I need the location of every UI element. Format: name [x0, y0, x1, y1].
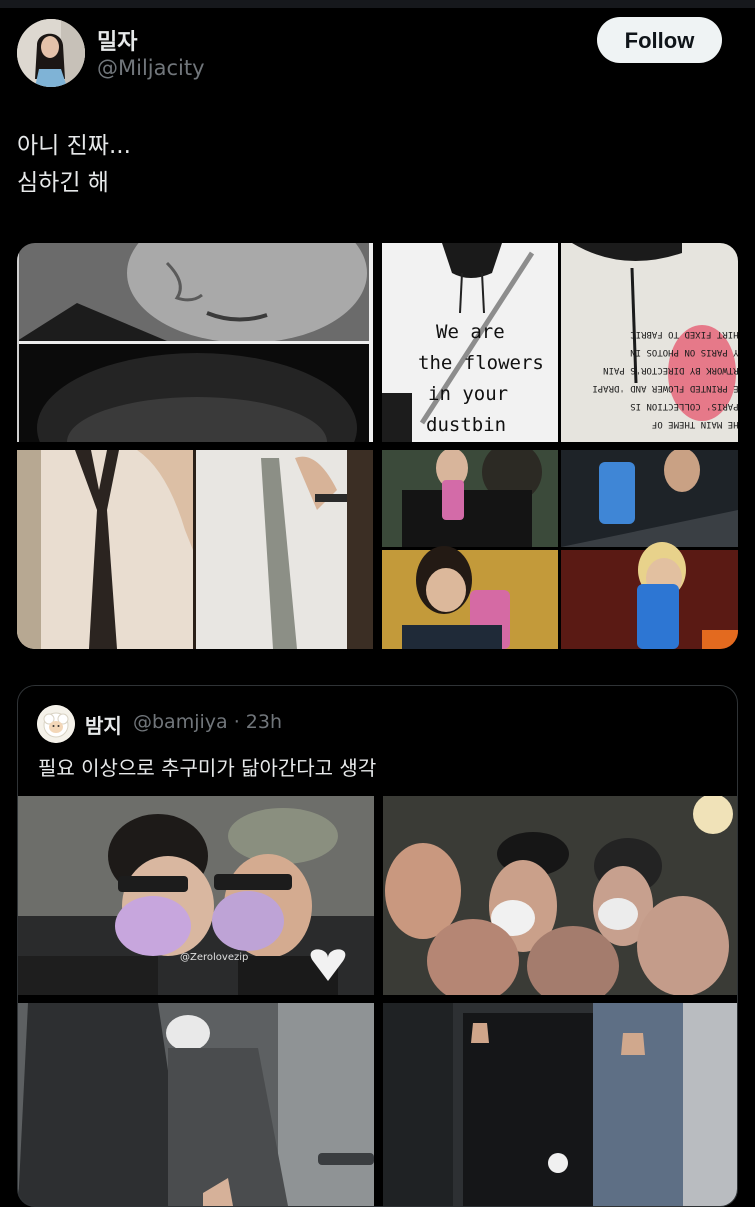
tweet-media-grid: We are the flowers in your dustbin THE M…: [17, 243, 738, 649]
quoted-media-image-3[interactable]: [18, 1003, 374, 1206]
shirt-print-line: the flowers: [418, 352, 544, 374]
sheep-avatar-icon: [37, 705, 75, 743]
mono-collage-image: [17, 243, 373, 442]
media-image-2[interactable]: We are the flowers in your dustbin THE M…: [382, 243, 738, 442]
shirt-print-line: ARTWORK BY DIRECTOR'S PAIN: [603, 365, 738, 375]
grid-divider-horizontal: [17, 442, 738, 450]
quoted-media-grid: @Zerolovezip: [18, 796, 737, 1206]
shirt-print-line: THE MAIN THEME OF: [651, 419, 738, 429]
quoted-avatar[interactable]: [37, 705, 75, 743]
top-divider: [0, 0, 755, 8]
quoted-text: 필요 이상으로 추구미가 닮아간다고 생각: [38, 756, 377, 780]
car-boarding-image: [18, 1003, 374, 1206]
user-avatar[interactable]: [17, 19, 85, 87]
shirt-print-right: THE MAIN THEME OF 'PARIS' COLLECTION IS …: [584, 325, 738, 433]
quoted-display-name[interactable]: 밤지: [85, 710, 122, 739]
image-watermark: @Zerolovezip: [180, 952, 249, 963]
masked-duo-image: [18, 796, 374, 995]
waving-group-image: [383, 1003, 737, 1206]
tweet-line: 심하긴 해: [17, 170, 109, 196]
shirts-ties-image: [17, 450, 373, 649]
media-image-4[interactable]: [382, 450, 738, 649]
crowd-image: [383, 796, 737, 995]
shirt-print-line: SHIRT FIXED TO FABRIC: [630, 329, 738, 339]
shirt-print-line: in your: [428, 383, 509, 405]
shirt-print-line: 'PARIS' COLLECTION IS: [630, 401, 738, 411]
quoted-media-image-1[interactable]: @Zerolovezip: [18, 796, 374, 995]
shirt-print-line: dustbin: [426, 414, 507, 436]
phone-selfies-image: [382, 450, 738, 649]
quoted-media-image-2[interactable]: [383, 796, 737, 995]
quoted-meta[interactable]: @bamjiya · 23h: [133, 711, 282, 733]
tweet-text: 아니 진짜... 심하긴 해: [17, 128, 131, 202]
tweet-line: 아니 진짜...: [17, 133, 131, 159]
shirt-print-line: We are: [436, 321, 505, 343]
author-display-name[interactable]: 밀자: [97, 24, 137, 56]
media-image-3[interactable]: [17, 450, 373, 649]
media-image-1[interactable]: [17, 243, 373, 442]
quoted-media-image-4[interactable]: [383, 1003, 737, 1206]
author-handle[interactable]: @Miljacity: [97, 56, 205, 80]
shirt-print-line: WE PRINTED FLOWER AND 'DRAPI: [592, 383, 738, 393]
grid-divider-horizontal: [18, 995, 737, 1003]
follow-button[interactable]: Follow: [597, 17, 722, 63]
shirt-print-line: BY PARIS ON PHOTOS IN: [630, 347, 738, 357]
avatar-photo: [17, 19, 85, 87]
shirt-print-left: We are the flowers in your dustbin: [418, 317, 558, 441]
quoted-tweet[interactable]: 밤지 @bamjiya · 23h 필요 이상으로 추구미가 닮아간다고 생각 …: [17, 685, 738, 1207]
